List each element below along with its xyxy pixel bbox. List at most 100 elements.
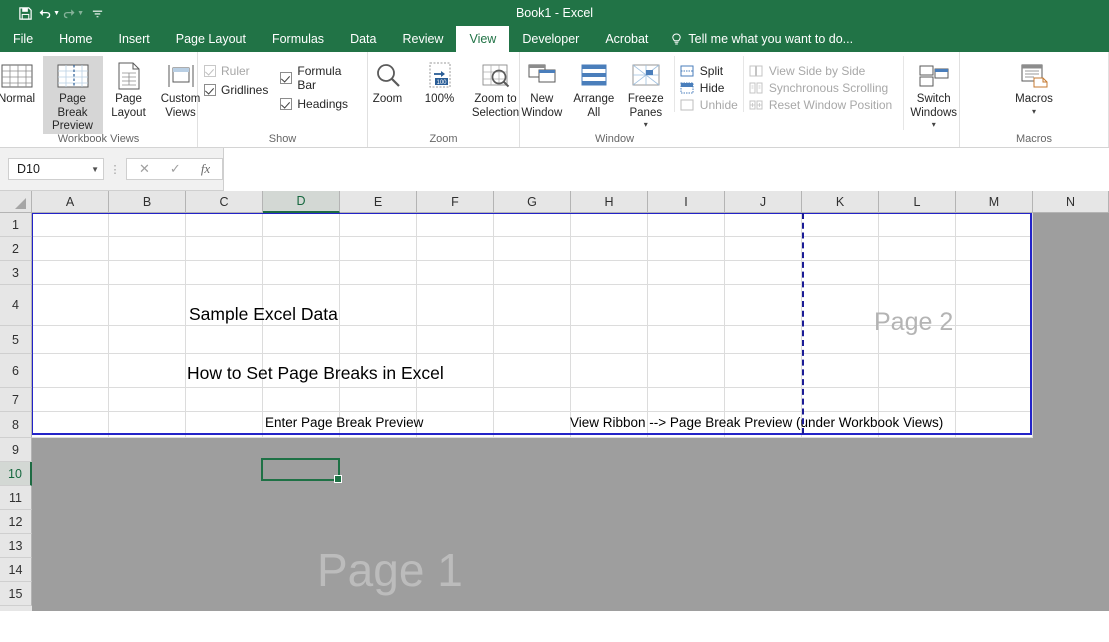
checkbox-ruler[interactable]: Ruler: [204, 64, 268, 78]
grid-cell[interactable]: [648, 237, 725, 261]
grid-cell[interactable]: [571, 237, 648, 261]
redo-caret-icon[interactable]: ▼: [77, 10, 84, 17]
grid-cell[interactable]: [802, 326, 879, 354]
view-side-by-side-button[interactable]: View Side by Side: [749, 64, 892, 78]
grid-cell[interactable]: [571, 285, 648, 326]
gridlines-checkbox-icon[interactable]: [204, 84, 216, 96]
headings-checkbox-icon[interactable]: [280, 98, 293, 110]
tab-data[interactable]: Data: [337, 26, 389, 52]
row-header-2[interactable]: 2: [0, 237, 32, 261]
grid-cell[interactable]: [571, 326, 648, 354]
grid-cell[interactable]: [956, 213, 1033, 237]
synchronous-scrolling-button[interactable]: Synchronous Scrolling: [749, 81, 892, 95]
grid-cell[interactable]: [340, 213, 417, 237]
grid-cell[interactable]: [802, 261, 879, 285]
column-header-F[interactable]: F: [417, 191, 494, 213]
confirm-icon[interactable]: ✓: [170, 161, 181, 177]
grid-cell[interactable]: [340, 237, 417, 261]
grid-cell[interactable]: [109, 285, 186, 326]
tab-view[interactable]: View: [456, 26, 510, 52]
grid-cell[interactable]: [879, 285, 956, 326]
tab-developer[interactable]: Developer: [509, 26, 592, 52]
selected-cell-D10[interactable]: [261, 458, 342, 483]
column-header-J[interactable]: J: [725, 191, 802, 213]
grid-cell[interactable]: [32, 237, 109, 261]
grid-cell[interactable]: [879, 326, 956, 354]
grid-cell[interactable]: [186, 213, 263, 237]
view-normal-button[interactable]: Normal: [0, 56, 43, 107]
grid-cell[interactable]: [571, 354, 648, 388]
grid-cell[interactable]: [802, 237, 879, 261]
grid-cell[interactable]: [648, 213, 725, 237]
tell-me-box[interactable]: Tell me what you want to do...: [661, 26, 863, 52]
unhide-button[interactable]: Unhide: [680, 98, 738, 112]
grid-cell[interactable]: [109, 388, 186, 412]
grid-cell[interactable]: [186, 237, 263, 261]
grid-cell[interactable]: [494, 326, 571, 354]
grid-cell[interactable]: [956, 285, 1033, 326]
row-header-5[interactable]: 5: [0, 326, 32, 354]
row-header-7[interactable]: 7: [0, 388, 32, 412]
grid-cell[interactable]: [186, 412, 263, 438]
grid-cell[interactable]: [417, 213, 494, 237]
grid-cell[interactable]: [32, 285, 109, 326]
freeze-panes-button[interactable]: Freeze Panes ▾: [620, 56, 672, 130]
row-header-1[interactable]: 1: [0, 213, 32, 237]
grid-cell[interactable]: [879, 213, 956, 237]
name-box-caret-icon[interactable]: ▼: [91, 165, 99, 174]
undo-icon[interactable]: ▼: [38, 3, 60, 23]
cancel-icon[interactable]: ✕: [139, 161, 150, 177]
tab-page-layout[interactable]: Page Layout: [163, 26, 259, 52]
grid-cell[interactable]: [648, 354, 725, 388]
name-box[interactable]: D10 ▼: [8, 158, 104, 180]
grid-cell[interactable]: [32, 388, 109, 412]
hide-button[interactable]: Hide: [680, 81, 738, 95]
grid-cell[interactable]: [802, 213, 879, 237]
tab-formulas[interactable]: Formulas: [259, 26, 337, 52]
macros-caret-icon[interactable]: ▾: [1032, 107, 1036, 116]
grid-cell[interactable]: [32, 213, 109, 237]
grid-cell[interactable]: [879, 354, 956, 388]
column-header-I[interactable]: I: [648, 191, 725, 213]
grid-cell[interactable]: [417, 285, 494, 326]
grid-cell[interactable]: [109, 213, 186, 237]
grid-cell[interactable]: [417, 237, 494, 261]
grid-cell[interactable]: [494, 237, 571, 261]
grid-cell[interactable]: [879, 237, 956, 261]
row-header-9[interactable]: 9: [0, 438, 32, 462]
grid-cell[interactable]: [494, 261, 571, 285]
grid-cell[interactable]: [263, 213, 340, 237]
grid-cell[interactable]: [725, 326, 802, 354]
grid-cell[interactable]: [340, 326, 417, 354]
grid-cell[interactable]: [32, 412, 109, 438]
grid-cell[interactable]: [340, 285, 417, 326]
grid-cell[interactable]: [725, 213, 802, 237]
row-header-8[interactable]: 8: [0, 412, 32, 438]
row-header-12[interactable]: 12: [0, 510, 32, 534]
grid-cell[interactable]: [956, 388, 1033, 412]
grid-cell[interactable]: [32, 261, 109, 285]
insert-function-icon[interactable]: fx: [201, 161, 210, 177]
checkbox-headings[interactable]: Headings: [280, 97, 361, 111]
zoom-button[interactable]: Zoom: [362, 56, 414, 107]
macros-button[interactable]: Macros ▾: [1008, 56, 1060, 116]
column-header-N[interactable]: N: [1033, 191, 1109, 213]
grid-cell[interactable]: [648, 326, 725, 354]
grid-cell[interactable]: [186, 261, 263, 285]
grid-cell[interactable]: [417, 261, 494, 285]
column-header-B[interactable]: B: [109, 191, 186, 213]
formula-input[interactable]: [223, 147, 1109, 191]
grid-cell[interactable]: [494, 412, 571, 438]
ruler-checkbox-icon[interactable]: [204, 65, 216, 77]
grid-cell[interactable]: [494, 285, 571, 326]
split-button[interactable]: Split: [680, 64, 738, 78]
redo-icon[interactable]: ▼: [62, 3, 84, 23]
grid-cell[interactable]: [571, 213, 648, 237]
grid-cell[interactable]: [109, 237, 186, 261]
grid-cell[interactable]: [109, 261, 186, 285]
row-header-4[interactable]: 4: [0, 285, 32, 326]
view-page-break-preview-button[interactable]: Page Break Preview: [42, 56, 103, 134]
column-header-C[interactable]: C: [186, 191, 263, 213]
grid-cell[interactable]: [417, 412, 494, 438]
zoom-100-button[interactable]: 100 100%: [414, 56, 466, 107]
